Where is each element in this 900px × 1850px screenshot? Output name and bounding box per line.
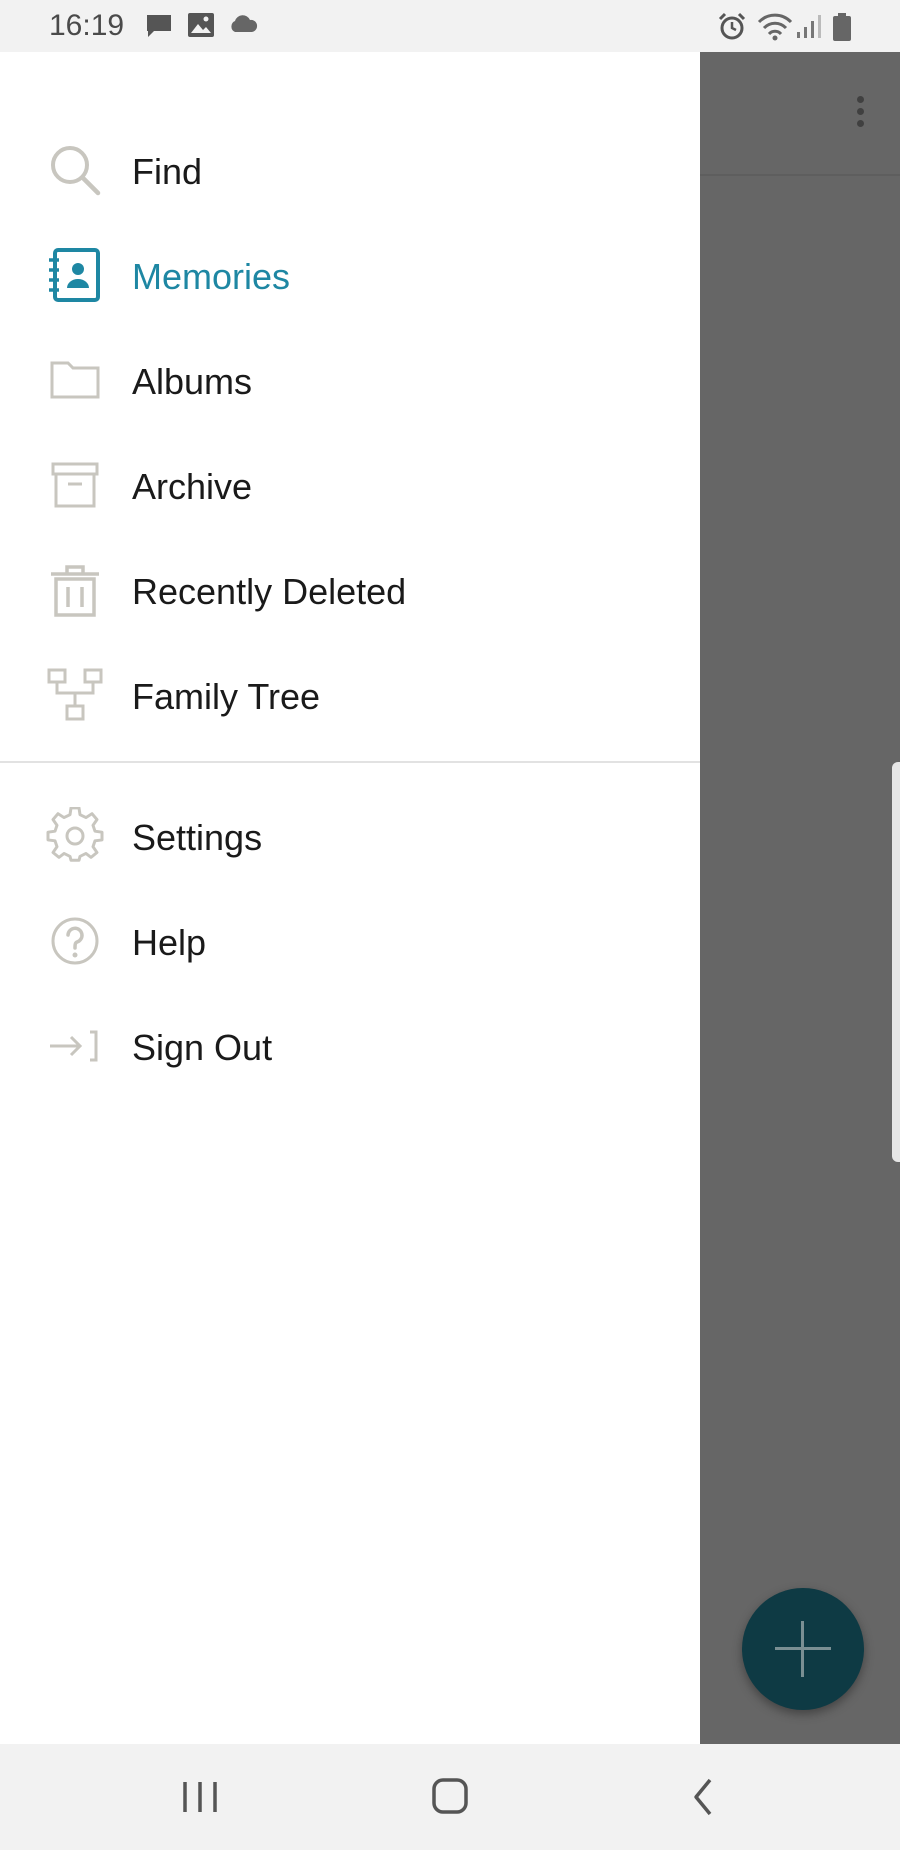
sign-out-icon [50,1030,98,1062]
cloud-icon [231,15,258,32]
menu-item-family-tree[interactable]: Family Tree [0,648,700,744]
menu-label-memories: Memories [132,256,291,297]
family-tree-icon [47,668,103,721]
menu-label-sign-out: Sign Out [132,1027,273,1068]
message-icon [147,15,171,37]
alarm-icon [718,12,746,40]
menu-label-family-tree: Family Tree [132,676,321,717]
add-memory-button[interactable] [742,1588,864,1710]
status-time: 16:19 [49,9,125,42]
search-icon [51,146,101,196]
home-icon[interactable] [420,1774,480,1820]
back-icon[interactable] [674,1774,734,1820]
battery-icon [833,13,851,41]
archive-icon [51,462,99,508]
menu-label-settings: Settings [132,817,263,858]
system-nav-bar [0,1744,900,1850]
trash-icon [51,565,99,617]
menu-item-help[interactable]: Help [0,894,700,990]
menu-item-archive[interactable]: Archive [0,438,700,534]
help-icon [51,917,99,965]
menu-label-archive: Archive [132,466,253,507]
navigation-drawer: Find Memories Albums Archive Recently De… [0,52,700,1744]
menu-label-find: Find [132,151,203,192]
background-app[interactable] [700,52,900,1744]
signal-icon [797,15,821,38]
recent-apps-icon[interactable] [170,1774,230,1820]
memories-icon [49,248,100,302]
menu-item-recently-deleted[interactable]: Recently Deleted [0,543,700,639]
menu-item-memories[interactable]: Memories [0,228,700,324]
menu-divider [0,761,700,763]
status-bar: 16:19 [0,0,900,52]
menu-label-help: Help [132,922,207,963]
wifi-icon [757,13,793,41]
menu-label-albums: Albums [132,361,253,402]
menu-item-find[interactable]: Find [0,123,700,219]
menu-item-sign-out[interactable]: Sign Out [0,999,700,1095]
menu-item-settings[interactable]: Settings [0,789,700,885]
image-icon [188,13,214,37]
app-toolbar [700,52,900,176]
scroll-handle[interactable] [892,762,900,1162]
menu-label-recently-deleted: Recently Deleted [132,571,407,612]
menu-item-albums[interactable]: Albums [0,333,700,429]
overflow-menu-icon[interactable] [850,96,870,136]
gear-icon [46,807,104,862]
folder-icon [50,361,100,399]
